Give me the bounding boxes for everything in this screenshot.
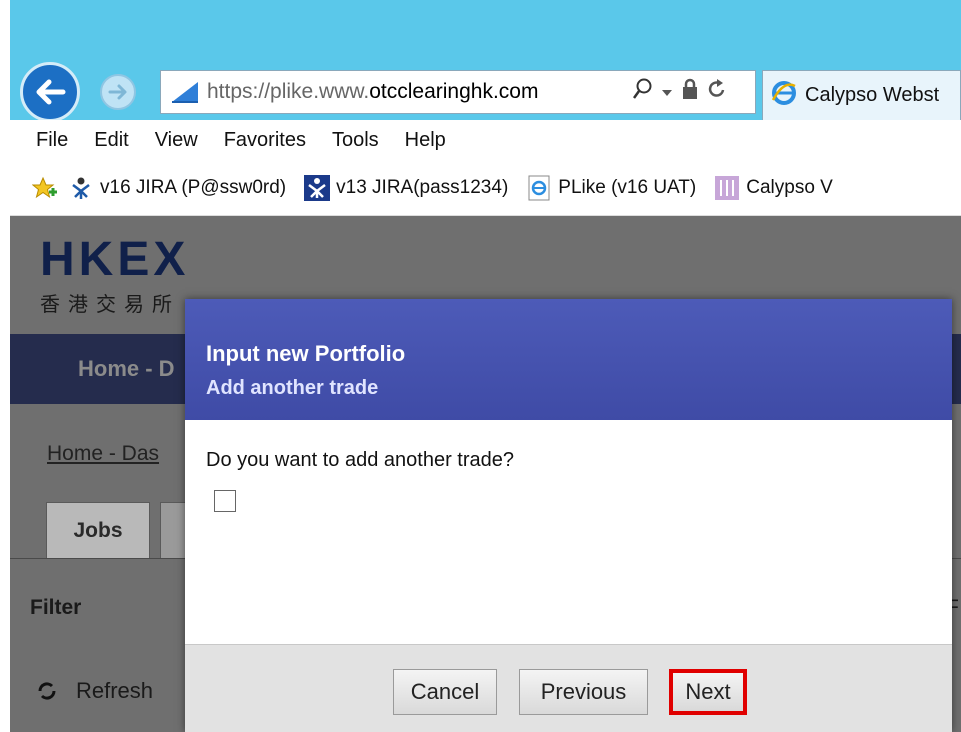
tab-label: Calypso Webst <box>805 84 940 106</box>
add-trade-question: Do you want to add another trade? <box>206 449 514 471</box>
calypso-icon <box>714 175 740 201</box>
dialog-footer: Cancel Previous Next <box>185 644 952 732</box>
address-url[interactable]: https://plike.www.otcclearinghk.com <box>207 80 627 104</box>
browser-tab[interactable]: Calypso Webst <box>762 70 961 120</box>
dialog-subtitle: Add another trade <box>206 377 379 399</box>
nav-home-link[interactable]: Home - D <box>78 356 175 382</box>
menu-favorites[interactable]: Favorites <box>224 129 306 152</box>
chevron-down-icon[interactable] <box>661 81 673 104</box>
refresh-icon <box>36 680 58 702</box>
back-button[interactable] <box>20 62 80 122</box>
ie-icon <box>771 80 797 111</box>
menu-bar: File Edit View Favorites Tools Help <box>10 120 961 160</box>
arrow-left-icon <box>36 79 66 105</box>
refresh-button[interactable]: Refresh <box>36 678 153 704</box>
menu-edit[interactable]: Edit <box>94 129 128 152</box>
search-icon[interactable] <box>632 78 653 106</box>
favorite-v16-jira[interactable]: v16 JIRA (P@ssw0rd) <box>68 175 286 201</box>
dialog-header: Input new Portfolio Add another trade <box>185 299 952 420</box>
menu-file[interactable]: File <box>36 129 68 152</box>
menu-help[interactable]: Help <box>405 129 446 152</box>
lock-icon[interactable] <box>681 78 699 106</box>
address-bar[interactable]: https://plike.www.otcclearinghk.com <box>160 70 756 114</box>
next-button[interactable]: Next <box>669 669 747 715</box>
refresh-icon[interactable] <box>707 78 727 106</box>
jira-icon <box>304 174 331 201</box>
favorite-label: v13 JIRA(pass1234) <box>336 176 509 198</box>
arrow-right-icon <box>108 84 127 100</box>
previous-button[interactable]: Previous <box>519 669 648 715</box>
favorite-calypso[interactable]: Calypso V <box>714 175 833 201</box>
dialog-title: Input new Portfolio <box>206 341 406 366</box>
refresh-label: Refresh <box>76 678 154 703</box>
favorite-label: PLike (v16 UAT) <box>558 176 697 198</box>
add-trade-checkbox[interactable] <box>214 490 236 512</box>
ie-page-icon <box>526 175 552 201</box>
menu-tools[interactable]: Tools <box>332 129 379 152</box>
favorites-star-icon[interactable] <box>32 175 58 201</box>
site-icon <box>167 77 203 107</box>
filter-heading: Filter <box>30 596 82 619</box>
forward-button[interactable] <box>100 74 136 110</box>
jira-icon <box>68 175 94 201</box>
hkex-logo: HKEX 香港交易所 <box>40 233 190 317</box>
menu-view[interactable]: View <box>155 129 198 152</box>
favorite-plike[interactable]: PLike (v16 UAT) <box>526 175 696 201</box>
favorite-label: v16 JIRA (P@ssw0rd) <box>100 176 287 198</box>
favorite-v13-jira[interactable]: v13 JIRA(pass1234) <box>304 174 509 201</box>
cancel-button[interactable]: Cancel <box>393 669 497 715</box>
breadcrumb[interactable]: Home - Das <box>47 442 159 466</box>
tab-jobs[interactable]: Jobs <box>46 502 150 558</box>
add-trade-dialog: Input new Portfolio Add another trade Do… <box>185 299 952 732</box>
favorites-bar: v16 JIRA (P@ssw0rd) v13 JIRA(pass1234) P… <box>10 160 961 216</box>
favorite-label: Calypso V <box>746 176 833 198</box>
